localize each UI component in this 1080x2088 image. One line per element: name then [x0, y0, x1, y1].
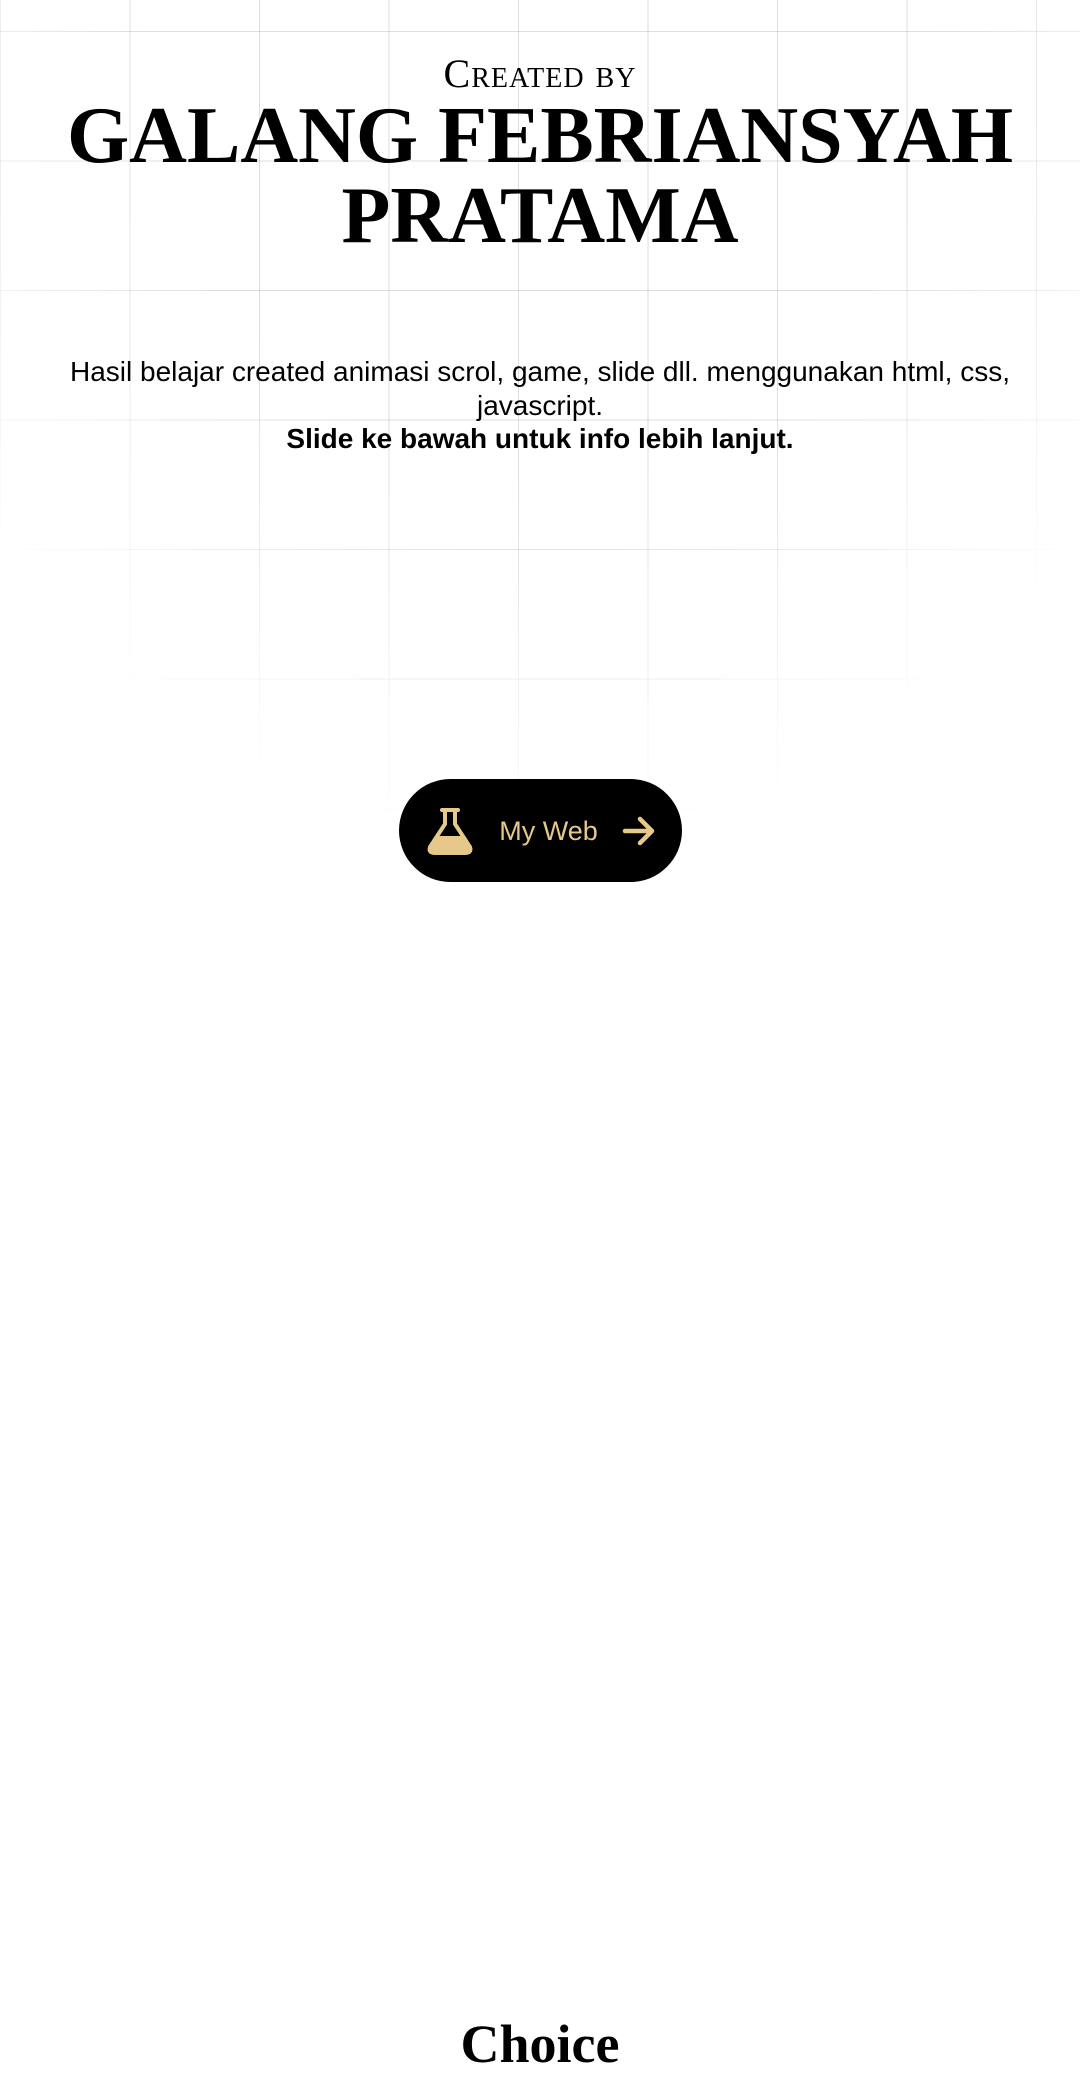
created-by-label: Created by — [443, 51, 637, 96]
scroll-hint-text: Slide ke bawah untuk info lebih lanjut. — [286, 423, 794, 454]
description-text: Hasil belajar created animasi scrol, gam… — [70, 356, 1010, 421]
author-name-heading: GALANG FEBRIANSYAH PRATAMA — [66, 92, 1014, 260]
flask-icon — [425, 807, 475, 855]
my-web-button-label: My Web — [499, 815, 598, 846]
choice-section-title: Choice — [460, 2014, 620, 2074]
arrow-right-icon — [622, 816, 656, 846]
my-web-button[interactable]: My Web — [399, 779, 682, 882]
